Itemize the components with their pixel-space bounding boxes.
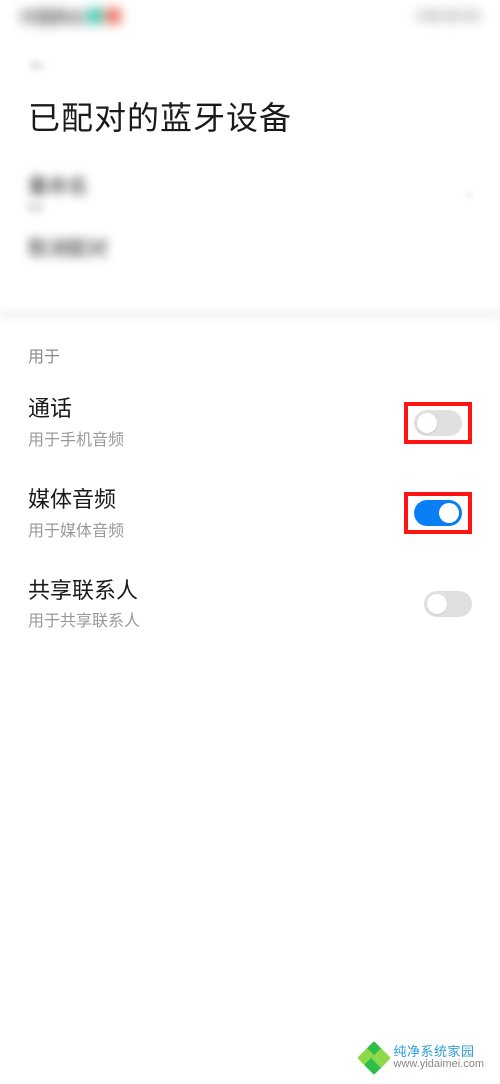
toggle-contacts[interactable] xyxy=(424,591,472,617)
unpair-label: 取消配对 xyxy=(28,237,472,261)
watermark-logo-icon xyxy=(360,1044,388,1072)
carrier-label: 中国移动 xyxy=(20,4,84,28)
status-icon xyxy=(88,9,102,23)
option-row-call: 通话用于手机音频 xyxy=(0,377,500,468)
status-left: 中国移动 xyxy=(20,4,120,28)
option-text: 共享联系人用于共享联系人 xyxy=(28,577,412,632)
highlight-box xyxy=(404,402,472,444)
toggle-call[interactable] xyxy=(414,410,462,436)
status-icon xyxy=(106,9,120,23)
option-row-contacts: 共享联系人用于共享联系人 xyxy=(0,559,500,650)
rename-label: 重命名 xyxy=(28,175,88,199)
option-title: 媒体音频 xyxy=(28,486,392,515)
watermark-title: 纯净系统家园 xyxy=(394,1045,484,1059)
unpair-row[interactable]: 取消配对 xyxy=(28,237,472,261)
toggle-knob xyxy=(427,594,447,614)
rename-value: K3 xyxy=(28,201,88,215)
option-text: 通话用于手机音频 xyxy=(28,395,392,450)
option-subtitle: 用于媒体音频 xyxy=(28,517,392,541)
option-title: 通话 xyxy=(28,395,392,424)
chevron-right-icon: › xyxy=(467,186,472,204)
option-subtitle: 用于共享联系人 xyxy=(28,607,412,631)
page-title: 已配对的蓝牙设备 xyxy=(0,83,500,167)
option-subtitle: 用于手机音频 xyxy=(28,426,392,450)
option-title: 共享联系人 xyxy=(28,577,412,606)
device-info-section: 重命名 K3 › 取消配对 xyxy=(0,167,500,291)
status-right: 3:48 HD 4G xyxy=(417,9,480,23)
rename-row[interactable]: 重命名 K3 › xyxy=(28,175,472,215)
highlight-box xyxy=(404,492,472,534)
section-header: 用于 xyxy=(0,319,500,377)
back-button[interactable]: ← xyxy=(28,52,48,75)
status-bar: 中国移动 3:48 HD 4G xyxy=(0,0,500,32)
toggle-knob xyxy=(417,413,437,433)
watermark-url: www.yidaimei.com xyxy=(394,1059,484,1071)
option-text: 媒体音频用于媒体音频 xyxy=(28,486,392,541)
toggle-knob xyxy=(439,503,459,523)
toggle-media[interactable] xyxy=(414,500,462,526)
watermark: 纯净系统家园 www.yidaimei.com xyxy=(360,1044,484,1072)
option-row-media: 媒体音频用于媒体音频 xyxy=(0,468,500,559)
section-divider xyxy=(0,309,500,319)
